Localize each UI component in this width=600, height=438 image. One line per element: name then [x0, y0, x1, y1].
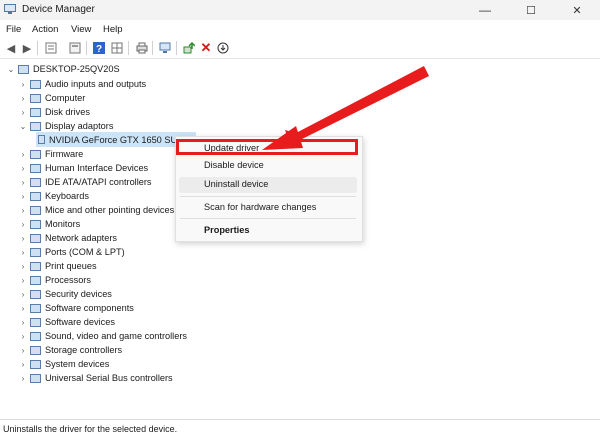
- annotation-arrow-icon: [262, 66, 429, 150]
- status-text: Uninstalls the driver for the selected d…: [3, 424, 178, 434]
- status-bar: Uninstalls the driver for the selected d…: [0, 419, 600, 438]
